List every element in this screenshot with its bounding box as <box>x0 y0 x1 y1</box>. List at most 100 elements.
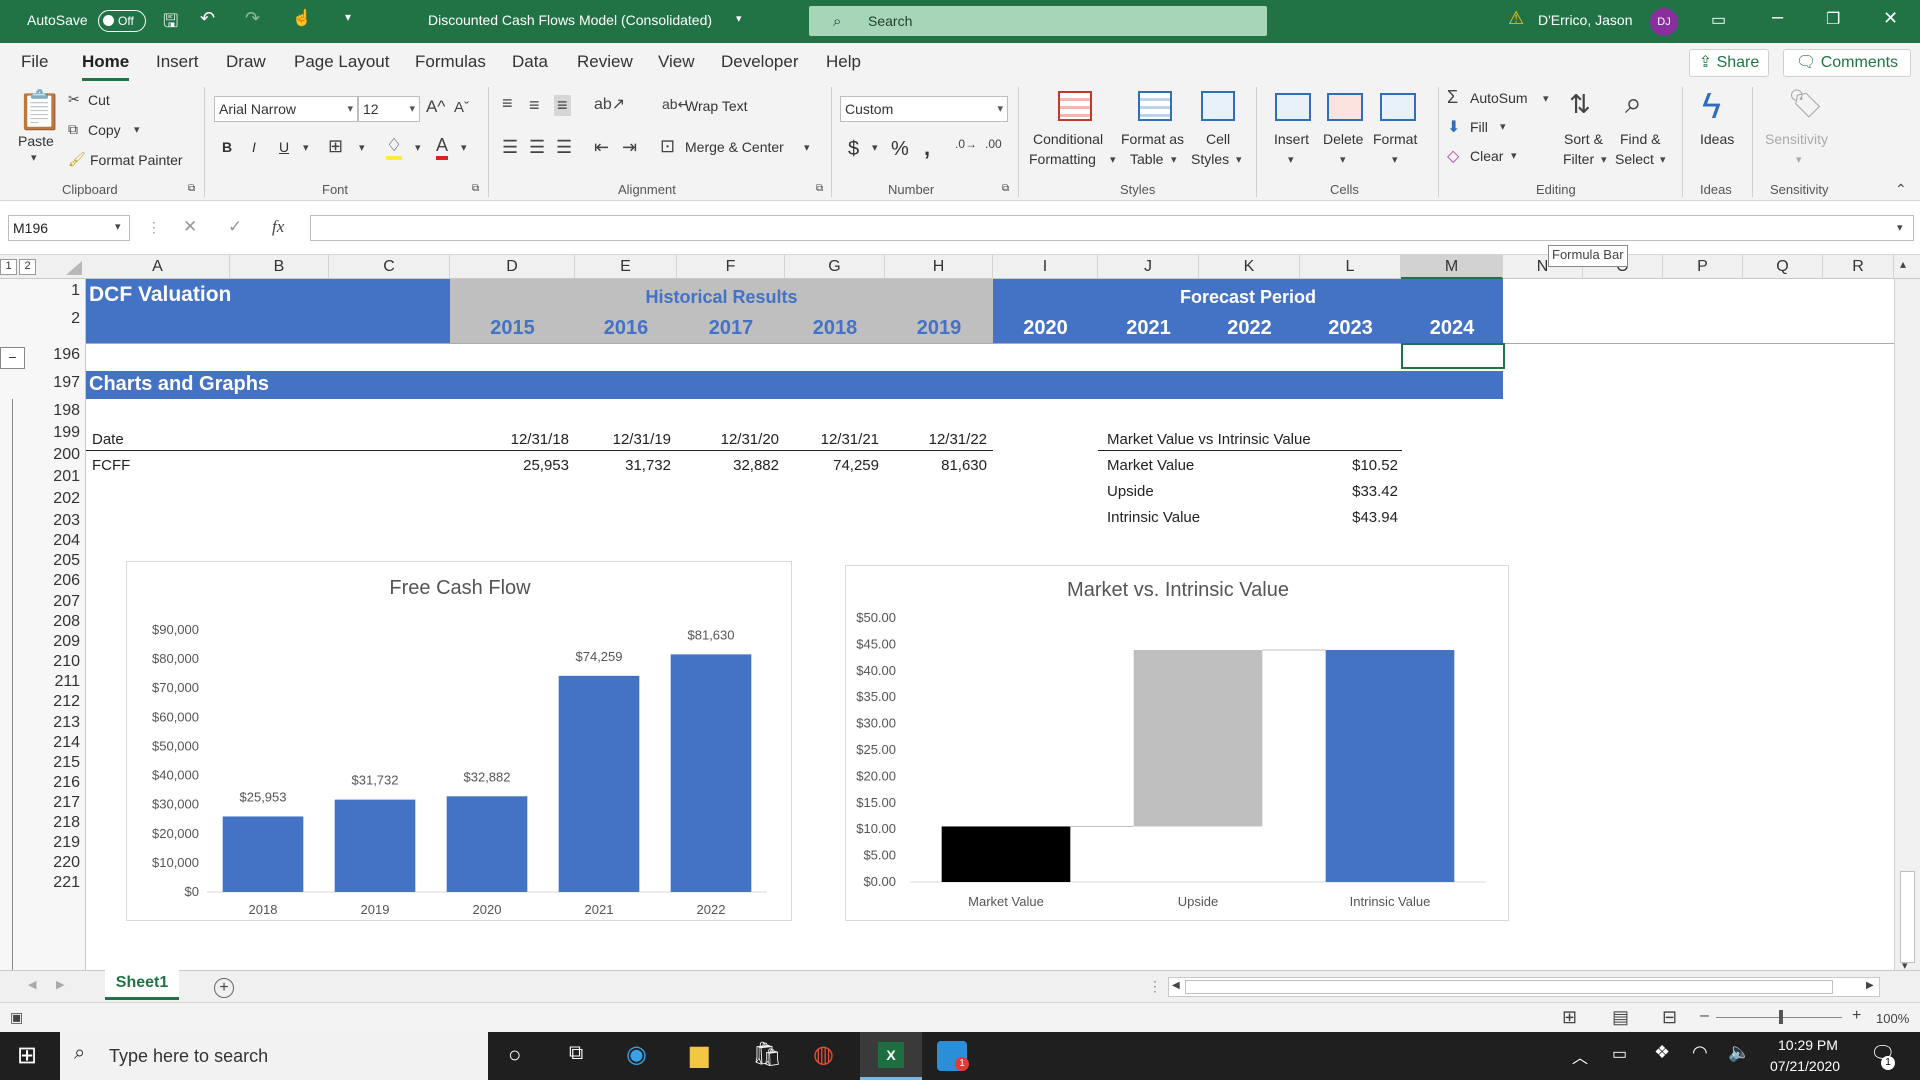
copy-dropdown-icon[interactable]: ▾ <box>134 123 140 136</box>
page-layout-view-icon[interactable]: ▤ <box>1612 1007 1629 1028</box>
column-header-f[interactable]: F <box>677 255 785 279</box>
tab-formulas[interactable]: Formulas <box>415 52 486 72</box>
sort-filter-icon[interactable]: ⇅ <box>1569 89 1591 120</box>
increase-decimal-icon[interactable]: .0→ <box>955 137 977 151</box>
cut-button[interactable]: Cut <box>88 92 110 108</box>
paste-icon[interactable]: 📋 <box>16 89 63 133</box>
zoom-in-icon[interactable]: + <box>1852 1007 1861 1025</box>
free-cash-flow-chart[interactable]: Free Cash Flow $0 $10,000 $20,000 $30,000 $4… <box>126 561 792 921</box>
format-as-table-dropdown-icon[interactable]: ▾ <box>1171 153 1177 166</box>
font-color-dropdown-icon[interactable]: ▾ <box>461 141 467 154</box>
wifi-icon[interactable]: ◠ <box>1692 1042 1708 1063</box>
decrease-indent-icon[interactable]: ⇤ <box>594 137 609 158</box>
save-icon[interactable]: 🖫 <box>163 9 178 39</box>
windows-start-icon[interactable]: ⊞ <box>17 1041 37 1070</box>
formula-input[interactable] <box>310 215 1914 241</box>
column-header-m[interactable]: M <box>1401 255 1503 279</box>
row-header-198[interactable]: 198 <box>40 402 84 420</box>
row-header-206[interactable]: 206 <box>40 572 84 590</box>
document-title[interactable]: Discounted Cash Flows Model (Consolidate… <box>428 12 712 28</box>
task-view-icon[interactable]: ⧉ <box>569 1042 583 1065</box>
insert-function-button[interactable]: fx <box>272 217 284 237</box>
column-header-q[interactable]: Q <box>1743 255 1823 279</box>
align-bottom-icon[interactable]: ≡ <box>554 95 571 116</box>
underline-dropdown-icon[interactable]: ▾ <box>303 141 309 154</box>
cell-styles-line2[interactable]: Styles <box>1191 151 1229 167</box>
format-as-table-icon[interactable] <box>1138 91 1172 121</box>
fcf-bar-2021[interactable] <box>558 675 640 892</box>
tab-developer[interactable]: Developer <box>721 52 799 72</box>
column-header-r[interactable]: R <box>1823 255 1894 279</box>
ribbon-display-icon[interactable]: ▭ <box>1711 10 1726 30</box>
prev-sheet-icon[interactable]: ◀ <box>28 978 36 991</box>
autosum-button[interactable]: AutoSum <box>1470 90 1528 106</box>
name-box-dropdown-icon[interactable]: ▾ <box>115 220 121 233</box>
sort-filter-line1[interactable]: Sort & <box>1564 131 1603 147</box>
conditional-formatting-line1[interactable]: Conditional <box>1033 131 1103 147</box>
sort-filter-line2[interactable]: Filter <box>1563 151 1594 167</box>
collapse-ribbon-icon[interactable]: ⌃ <box>1895 181 1907 198</box>
comments-button[interactable]: 🗨 Comments <box>1783 49 1911 77</box>
undo-icon[interactable]: ↶ <box>200 8 215 29</box>
row-header-196[interactable]: 196 <box>40 346 84 364</box>
sort-filter-dropdown-icon[interactable]: ▾ <box>1601 153 1607 166</box>
comma-button[interactable]: , <box>924 135 930 161</box>
row-header-215[interactable]: 215 <box>40 754 84 772</box>
row-header-211[interactable]: 211 <box>40 673 84 691</box>
row-header-217[interactable]: 217 <box>40 794 84 812</box>
font-size-select[interactable]: 12 <box>358 96 420 122</box>
title-dropdown-icon[interactable]: ▾ <box>736 12 742 25</box>
zoom-out-icon[interactable]: – <box>1700 1007 1709 1025</box>
borders-icon[interactable]: ⊞ <box>328 136 343 157</box>
vertical-scrollbar[interactable]: ▾ <box>1894 279 1920 972</box>
clock-time[interactable]: 10:29 PM <box>1778 1037 1838 1053</box>
row-header-212[interactable]: 212 <box>40 693 84 711</box>
format-painter-button[interactable]: Format Painter <box>90 152 183 168</box>
taskbar-search[interactable]: ⌕ Type here to search <box>60 1032 488 1080</box>
row-header-214[interactable]: 214 <box>40 734 84 752</box>
zoom-slider-thumb[interactable] <box>1779 1010 1783 1024</box>
row-header-207[interactable]: 207 <box>40 593 84 611</box>
ideas-icon[interactable]: ϟ <box>1702 85 1721 127</box>
tab-split-handle[interactable]: ⋮ <box>1148 978 1162 995</box>
insert-dropdown-icon[interactable]: ▾ <box>1288 153 1294 166</box>
format-as-table-line1[interactable]: Format as <box>1121 131 1184 147</box>
increase-indent-icon[interactable]: ⇥ <box>622 137 637 158</box>
delete-cells-button[interactable]: Delete <box>1323 131 1363 147</box>
align-left-icon[interactable]: ☰ <box>502 137 518 158</box>
column-header-i[interactable]: I <box>993 255 1098 279</box>
tab-draw[interactable]: Draw <box>226 52 266 72</box>
horizontal-scrollbar[interactable]: ◀ ▶ <box>1168 977 1880 997</box>
row-header-220[interactable]: 220 <box>40 854 84 872</box>
customize-toolbar-icon[interactable]: ▾ <box>345 10 351 24</box>
volume-icon[interactable]: 🔈 <box>1728 1042 1750 1063</box>
fill-button[interactable]: Fill <box>1470 119 1488 135</box>
column-header-a[interactable]: A <box>86 255 230 279</box>
app-icon[interactable]: 1 <box>937 1041 969 1071</box>
align-top-icon[interactable]: ≡ <box>502 93 513 114</box>
autosum-dropdown-icon[interactable]: ▾ <box>1543 92 1549 105</box>
row-header-197[interactable]: 197 <box>40 374 84 392</box>
column-header-d[interactable]: D <box>450 255 575 279</box>
fill-color-dropdown-icon[interactable]: ▾ <box>415 141 421 154</box>
row-header-199[interactable]: 199 <box>40 424 84 442</box>
format-as-table-line2[interactable]: Table <box>1130 151 1163 167</box>
delete-cells-icon[interactable] <box>1327 93 1363 121</box>
merge-dropdown-icon[interactable]: ▾ <box>804 141 810 154</box>
fcf-bar-2019[interactable] <box>334 799 416 892</box>
row-header-203[interactable]: 203 <box>40 512 84 530</box>
row-header-201[interactable]: 201 <box>40 468 84 486</box>
font-name-select[interactable]: Arial Narrow <box>214 96 358 122</box>
copy-button[interactable]: Copy <box>88 122 121 138</box>
find-select-line2[interactable]: Select <box>1615 151 1654 167</box>
vertical-scroll-thumb[interactable] <box>1900 871 1915 963</box>
currency-button[interactable]: $ <box>848 138 859 161</box>
column-header-h[interactable]: H <box>885 255 993 279</box>
bold-button[interactable]: B <box>222 139 232 155</box>
show-hidden-icons[interactable]: ︿ <box>1572 1044 1588 1068</box>
percent-button[interactable]: % <box>891 138 909 161</box>
user-name[interactable]: D'Errico, Jason <box>1538 12 1632 28</box>
row-header-205[interactable]: 205 <box>40 552 84 570</box>
column-header-g[interactable]: G <box>785 255 885 279</box>
chrome-icon[interactable]: ◍ <box>813 1040 834 1069</box>
